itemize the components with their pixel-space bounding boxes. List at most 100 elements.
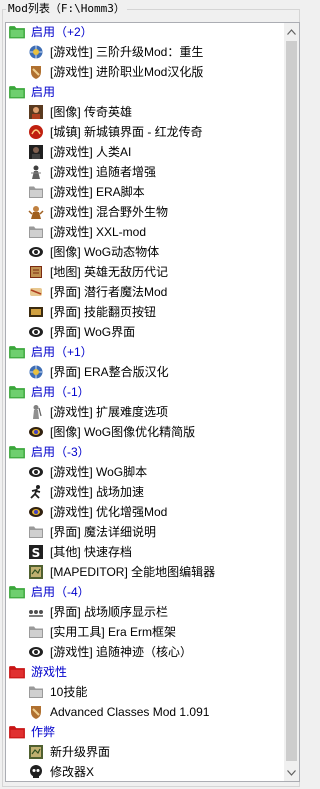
mod-list-title: Mod列表（F:\Homm3） (6, 2, 127, 16)
folder-icon (9, 385, 25, 399)
creature-icon (28, 204, 44, 220)
mod-name: 修改器X (50, 765, 95, 779)
tree-group-row[interactable]: 作弊 (6, 722, 285, 742)
shield-icon (28, 704, 44, 720)
mod-list-item[interactable]: [游戏性] XXL-mod (6, 222, 285, 242)
mod-name: [界面] 魔法详细说明 (50, 525, 157, 539)
tree-group-row[interactable]: 启用（-1） (6, 382, 285, 402)
mod-list-item[interactable]: [游戏性] 进阶职业Mod汉化版 (6, 62, 285, 82)
wog-eye-icon (28, 324, 44, 340)
mod-list-item[interactable]: [游戏性] 追随神迹（核心） (6, 642, 285, 662)
mod-list-item[interactable]: [界面] ERA整合版汉化 (6, 362, 285, 382)
mod-name: [图像] 传奇英雄 (50, 105, 133, 119)
skull-icon (28, 764, 44, 780)
mod-list-item[interactable]: [游戏性] 扩展难度选项 (6, 402, 285, 422)
chevron-down-icon (287, 769, 296, 776)
scroll-up-button[interactable] (284, 23, 299, 40)
tree-group-row[interactable]: 启用 (6, 82, 285, 102)
mod-list-item[interactable]: [游戏性] 人类AI (6, 142, 285, 162)
mod-name: [界面] 战场顺序显示栏 (50, 605, 169, 619)
mod-name: [游戏性] 扩展难度选项 (50, 405, 169, 419)
gray-folder-icon (28, 684, 44, 700)
mod-list-item[interactable]: [游戏性] 三阶升级Mod：重生 (6, 42, 285, 62)
folder-icon (9, 345, 25, 359)
gray-folder-icon (28, 624, 44, 640)
dark-portrait-icon (28, 144, 44, 160)
follower-icon (28, 164, 44, 180)
mod-list-item[interactable]: [界面] 魔法详细说明 (6, 522, 285, 542)
mod-name: [城镇] 新城镇界面 - 红龙传奇 (50, 125, 203, 139)
mod-name: [游戏性] 战场加速 (50, 485, 145, 499)
tree-group-row[interactable]: 启用（+1） (6, 342, 285, 362)
folder-icon (9, 25, 25, 39)
group-label: 启用（-1） (31, 385, 90, 399)
group-label: 启用（+2） (31, 25, 93, 39)
mod-list-item[interactable]: 修改器X (6, 762, 285, 781)
wog-color-icon (28, 504, 44, 520)
mod-name: [界面] WoG界面 (50, 325, 136, 339)
tree-group-row[interactable]: 游戏性 (6, 662, 285, 682)
mod-list-item[interactable]: [界面] 战场顺序显示栏 (6, 602, 285, 622)
mod-list-item[interactable]: [城镇] 新城镇界面 - 红龙传奇 (6, 122, 285, 142)
scrollbar-thumb[interactable] (286, 41, 297, 761)
tree-group-row[interactable]: 启用（-3） (6, 442, 285, 462)
mod-list-item[interactable]: [游戏性] ERA脚本 (6, 182, 285, 202)
group-label: 启用（-3） (31, 445, 90, 459)
mod-list-item[interactable]: [地图] 英雄无敌历代记 (6, 262, 285, 282)
mod-list-item[interactable]: [游戏性] 优化增强Mod (6, 502, 285, 522)
gray-folder-icon (28, 524, 44, 540)
book-icon (28, 264, 44, 280)
mod-list-item[interactable]: [图像] WoG动态物体 (6, 242, 285, 262)
map-icon (28, 744, 44, 760)
mod-list-item[interactable]: 10技能 (6, 682, 285, 702)
mod-tree-list[interactable]: 启用（+2） [游戏性] 三阶升级Mod：重生 [游戏性] 进阶职业Mod汉化版启用… (5, 22, 300, 782)
mod-list-item[interactable]: [游戏性] 战场加速 (6, 482, 285, 502)
mod-name: [游戏性] WoG脚本 (50, 465, 148, 479)
mod-list-item[interactable]: [游戏性] 追随者增强 (6, 162, 285, 182)
gray-folder-icon (28, 184, 44, 200)
mod-name: 新升级界面 (50, 745, 111, 759)
scroll-icon (28, 284, 44, 300)
wog-eye-icon (28, 464, 44, 480)
map-icon (28, 564, 44, 580)
mod-list-item[interactable]: [图像] 传奇英雄 (6, 102, 285, 122)
mod-list-item[interactable]: [图像] WoG图像优化精简版 (6, 422, 285, 442)
scroll-down-button[interactable] (284, 764, 299, 781)
tree-group-row[interactable]: 启用（+2） (6, 23, 285, 42)
tree-group-row[interactable]: 启用（-4） (6, 582, 285, 602)
mod-name: [界面] 潜行者魔法Mod (50, 285, 168, 299)
red-dragon-icon (28, 124, 44, 140)
mod-name: [界面] 技能翻页按钮 (50, 305, 157, 319)
mod-list-item[interactable]: [游戏性] 混合野外生物 (6, 202, 285, 222)
folder-icon (9, 725, 25, 739)
mod-list-item[interactable]: 新升级界面 (6, 742, 285, 762)
mod-list-item[interactable]: [MAPEDITOR] 全能地图编辑器 (6, 562, 285, 582)
mod-name: [图像] WoG动态物体 (50, 245, 160, 259)
wog-eye-icon (28, 644, 44, 660)
mod-name: [图像] WoG图像优化精简版 (50, 425, 196, 439)
globe-icon (28, 364, 44, 380)
group-label: 游戏性 (31, 665, 68, 679)
mod-list-item[interactable]: [游戏性] WoG脚本 (6, 462, 285, 482)
wog-color-icon (28, 424, 44, 440)
mod-name: [游戏性] 人类AI (50, 145, 132, 159)
svg-text:S: S (32, 546, 41, 560)
group-label: 启用 (31, 85, 56, 99)
mod-list-item[interactable]: [界面] 潜行者魔法Mod (6, 282, 285, 302)
vertical-scrollbar[interactable] (284, 23, 299, 781)
mod-name: [地图] 英雄无敌历代记 (50, 265, 169, 279)
mod-list-item[interactable]: [实用工具] Era Erm框架 (6, 622, 285, 642)
mod-name: [其他] 快速存档 (50, 545, 133, 559)
mod-name: [实用工具] Era Erm框架 (50, 625, 177, 639)
mod-list-item[interactable]: Advanced Classes Mod 1.091 (6, 702, 285, 722)
mod-list-item[interactable]: S [其他] 快速存档 (6, 542, 285, 562)
mod-name: Advanced Classes Mod 1.091 (50, 705, 210, 719)
mod-list-item[interactable]: [界面] 技能翻页按钮 (6, 302, 285, 322)
mod-name: [游戏性] 混合野外生物 (50, 205, 169, 219)
mod-list-item[interactable]: [界面] WoG界面 (6, 322, 285, 342)
folder-icon (9, 665, 25, 679)
mod-name: [游戏性] 进阶职业Mod汉化版 (50, 65, 204, 79)
mod-name: [界面] ERA整合版汉化 (50, 365, 169, 379)
mod-name: [MAPEDITOR] 全能地图编辑器 (50, 565, 216, 579)
folder-icon (9, 445, 25, 459)
